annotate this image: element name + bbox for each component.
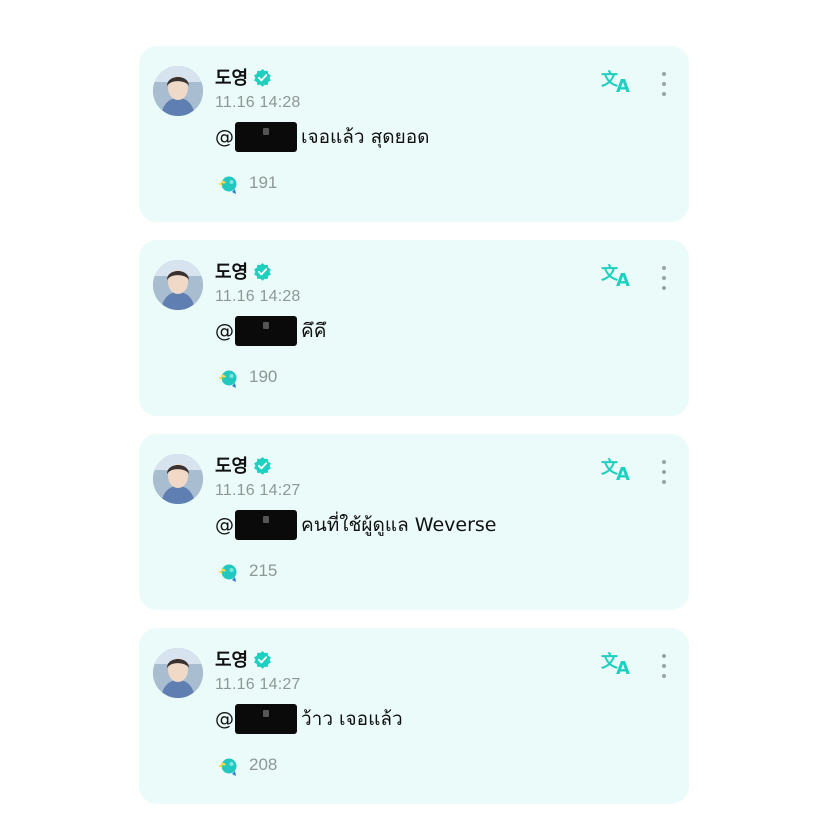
- comment-text: ว้าว เจอแล้ว: [301, 708, 403, 730]
- author-row: 도영: [215, 452, 272, 478]
- mention-prefix: @: [215, 320, 234, 342]
- comment-feed: 도영 11.16 14:28 @ เจอแล้ว สุดยอด 191 文 A …: [0, 0, 828, 828]
- more-options-icon[interactable]: [653, 70, 675, 98]
- verified-badge-icon: [253, 68, 272, 87]
- author-name[interactable]: 도영: [215, 64, 248, 90]
- more-options-icon[interactable]: [653, 264, 675, 292]
- like-count: 208: [249, 755, 278, 774]
- comment-body: @ ว้าว เจอแล้ว: [215, 704, 403, 734]
- like-icon[interactable]: [215, 559, 239, 583]
- author-row: 도영: [215, 64, 272, 90]
- author-name[interactable]: 도영: [215, 258, 248, 284]
- mention-prefix: @: [215, 514, 234, 536]
- like-row: 191: [215, 171, 277, 195]
- mention[interactable]: @: [215, 122, 297, 152]
- like-count: 191: [249, 173, 278, 192]
- like-icon[interactable]: [215, 171, 239, 195]
- verified-badge-icon: [253, 262, 272, 281]
- like-icon[interactable]: [215, 365, 239, 389]
- comment-text: คนที่ใช้ผู้ดูแล Weverse: [301, 514, 497, 536]
- comment-card: 도영 11.16 14:27 @ คนที่ใช้ผู้ดูแล Weverse: [139, 434, 689, 610]
- verified-badge-icon: [253, 650, 272, 669]
- author-name[interactable]: 도영: [215, 452, 248, 478]
- svg-text:A: A: [616, 464, 630, 484]
- comment-timestamp: 11.16 14:28: [215, 94, 301, 111]
- like-count: 215: [249, 561, 278, 580]
- avatar[interactable]: [153, 66, 203, 116]
- more-options-icon[interactable]: [653, 458, 675, 486]
- svg-text:A: A: [616, 658, 630, 678]
- avatar[interactable]: [153, 260, 203, 310]
- comment-timestamp: 11.16 14:27: [215, 482, 301, 499]
- mention[interactable]: @: [215, 510, 297, 540]
- comment-card: 도영 11.16 14:27 @ ว้าว เจอแล้ว 208 文 A: [139, 628, 689, 804]
- author-name[interactable]: 도영: [215, 646, 248, 672]
- comment-body: @ คึคึ: [215, 316, 326, 346]
- comment-card: 도영 11.16 14:28 @ เจอแล้ว สุดยอด 191 文 A: [139, 46, 689, 222]
- translate-icon[interactable]: 文 A: [601, 650, 633, 679]
- translate-icon[interactable]: 文 A: [601, 68, 633, 97]
- like-icon[interactable]: [215, 753, 239, 777]
- avatar[interactable]: [153, 454, 203, 504]
- author-row: 도영: [215, 646, 272, 672]
- comment-timestamp: 11.16 14:27: [215, 676, 301, 693]
- redacted-username: [235, 122, 297, 152]
- like-row: 215: [215, 559, 277, 583]
- verified-badge-icon: [253, 456, 272, 475]
- translate-icon[interactable]: 文 A: [601, 456, 633, 485]
- svg-text:A: A: [616, 76, 630, 96]
- mention[interactable]: @: [215, 316, 297, 346]
- like-count: 190: [249, 367, 278, 386]
- comment-card: 도영 11.16 14:28 @ คึคึ 190 文 A: [139, 240, 689, 416]
- comment-body: @ คนที่ใช้ผู้ดูแล Weverse: [215, 510, 497, 540]
- like-row: 208: [215, 753, 277, 777]
- avatar[interactable]: [153, 648, 203, 698]
- comment-body: @ เจอแล้ว สุดยอด: [215, 122, 429, 152]
- redacted-username: [235, 510, 297, 540]
- redacted-username: [235, 704, 297, 734]
- comment-timestamp: 11.16 14:28: [215, 288, 301, 305]
- more-options-icon[interactable]: [653, 652, 675, 680]
- mention-prefix: @: [215, 126, 234, 148]
- author-row: 도영: [215, 258, 272, 284]
- comment-text: เจอแล้ว สุดยอด: [301, 126, 430, 148]
- redacted-username: [235, 316, 297, 346]
- like-row: 190: [215, 365, 277, 389]
- comment-text: คึคึ: [301, 320, 327, 342]
- svg-text:A: A: [616, 270, 630, 290]
- mention[interactable]: @: [215, 704, 297, 734]
- mention-prefix: @: [215, 708, 234, 730]
- translate-icon[interactable]: 文 A: [601, 262, 633, 291]
